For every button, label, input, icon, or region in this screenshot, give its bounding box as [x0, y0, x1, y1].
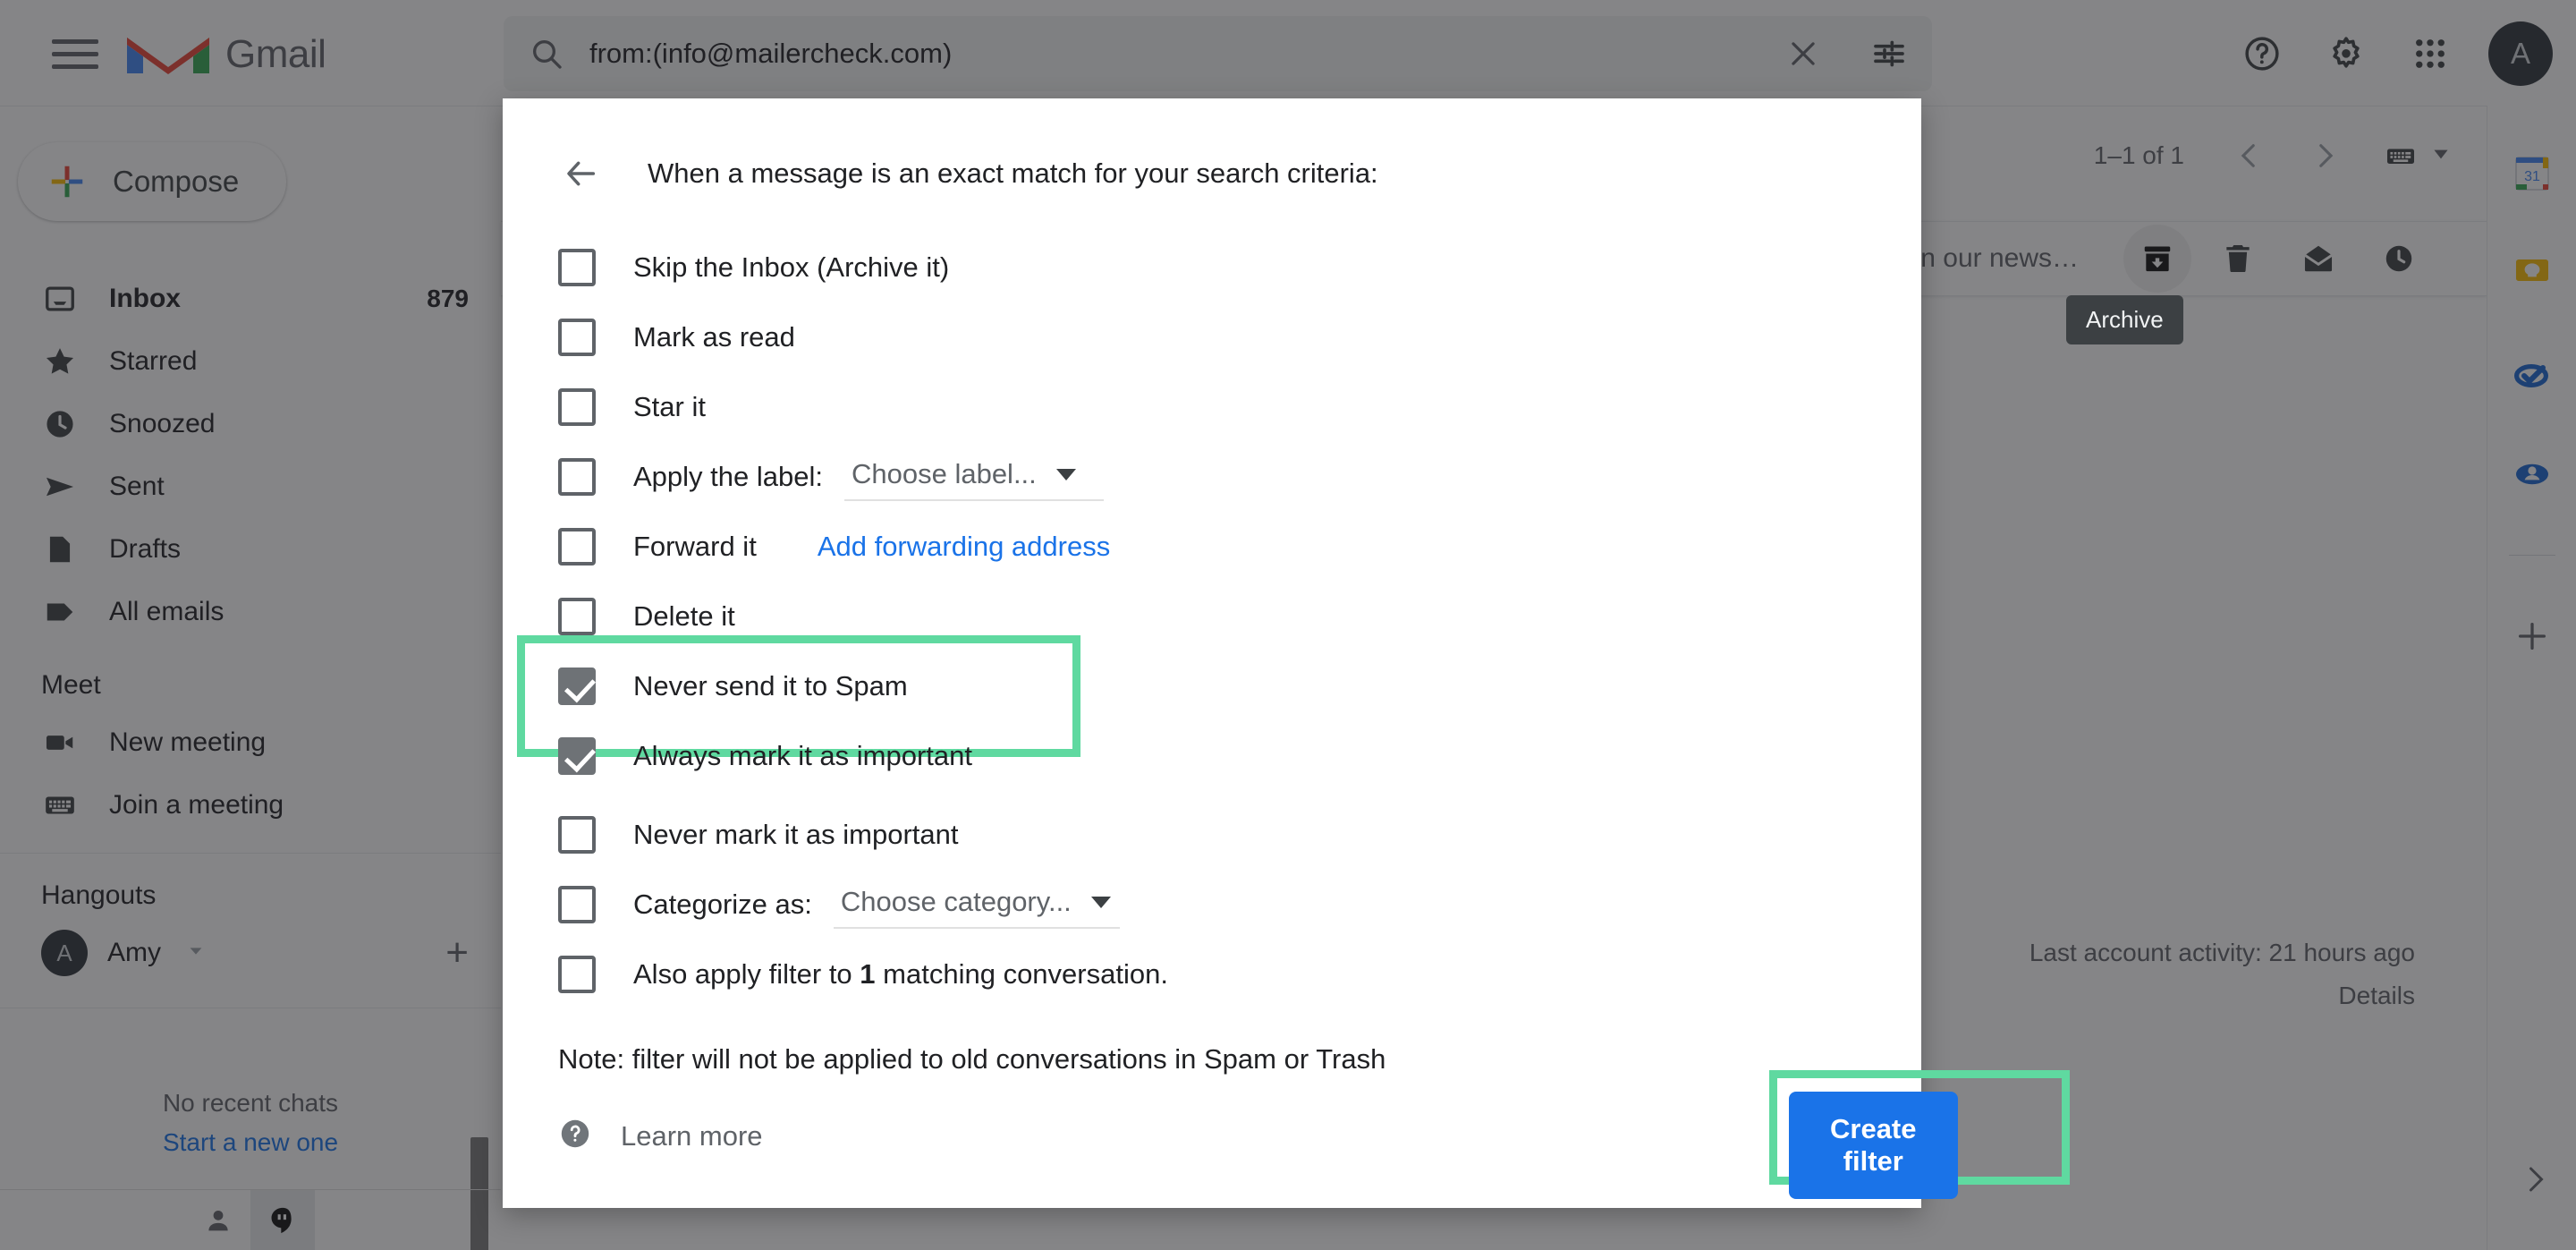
delete-it-checkbox[interactable]: [558, 598, 596, 635]
also-apply-filter-label: Also apply filter to 1 matching conversa…: [633, 958, 1168, 991]
filter-action-label: Delete it: [633, 600, 735, 632]
filter-row-skip-inbox: Skip the Inbox (Archive it): [558, 233, 1921, 302]
filter-action-label: Forward it: [633, 531, 757, 562]
filter-row-delete-it: Delete it: [558, 582, 1921, 651]
filter-action-label: Mark as read: [633, 321, 795, 353]
filter-row-categorize-as: Categorize as: Choose category...: [558, 870, 1921, 940]
filter-row-always-important: Always mark it as important: [558, 721, 1921, 791]
dialog-footer: Learn more: [503, 1076, 1921, 1155]
forward-it-checkbox[interactable]: [558, 528, 596, 565]
filter-row-apply-label: Apply the label: Choose label...: [558, 442, 1921, 512]
filter-action-label: Never send it to Spam: [633, 670, 908, 702]
matching-conversation-count: 1: [860, 958, 876, 990]
mark-as-read-checkbox[interactable]: [558, 319, 596, 356]
arrow-left-icon[interactable]: [558, 150, 605, 197]
create-filter-dialog: When a message is an exact match for you…: [503, 98, 2070, 1208]
chevron-down-icon: [1090, 896, 1111, 908]
filter-action-label: Apply the label:: [633, 461, 823, 492]
filter-row-never-important: Never mark it as important: [558, 800, 1921, 870]
filter-row-mark-as-read: Mark as read: [558, 302, 1921, 372]
choose-category-select[interactable]: Choose category...: [833, 880, 1120, 929]
also-apply-filter-checkbox[interactable]: [558, 956, 596, 993]
also-apply-prefix: Also apply filter to: [633, 958, 852, 990]
dialog-header: When a message is an exact match for you…: [503, 98, 1921, 197]
archive-tooltip: Archive: [2066, 295, 2183, 344]
choose-category-value: Choose category...: [840, 886, 1072, 917]
filter-row-star-it: Star it: [558, 372, 1921, 442]
filter-action-label: Never mark it as important: [633, 819, 959, 850]
filter-row-never-spam: Never send it to Spam: [517, 635, 1921, 757]
create-filter-button[interactable]: Create filter: [1789, 1092, 1958, 1199]
always-important-checkbox[interactable]: [558, 737, 596, 775]
never-spam-checkbox[interactable]: [558, 668, 596, 705]
star-it-checkbox[interactable]: [558, 388, 596, 426]
learn-more-link[interactable]: Learn more: [558, 1117, 763, 1155]
filter-action-label: Skip the Inbox (Archive it): [633, 251, 950, 283]
chevron-down-icon: [1055, 468, 1076, 480]
filter-action-label: Always mark it as important: [633, 740, 972, 771]
add-forwarding-address-link[interactable]: Add forwarding address: [818, 531, 1110, 563]
gmail-screen: Gmail: [0, 0, 2576, 1250]
categorize-as-checkbox[interactable]: [558, 886, 596, 923]
never-important-checkbox[interactable]: [558, 816, 596, 854]
help-circle-filled-icon: [558, 1117, 592, 1155]
dialog-title: When a message is an exact match for you…: [648, 157, 1378, 189]
filter-note: Note: filter will not be applied to old …: [558, 1043, 1386, 1075]
skip-inbox-checkbox[interactable]: [558, 249, 596, 286]
filter-action-label: Star it: [633, 391, 706, 422]
choose-label-select[interactable]: Choose label...: [843, 453, 1104, 501]
filter-action-label: Categorize as:: [633, 889, 812, 920]
apply-label-checkbox[interactable]: [558, 458, 596, 496]
choose-label-value: Choose label...: [851, 458, 1037, 489]
learn-more-label: Learn more: [621, 1119, 763, 1152]
also-apply-suffix: matching conversation.: [883, 958, 1168, 990]
filter-row-forward-it: Forward it Add forwarding address: [558, 512, 1921, 582]
filter-actions-list: Skip the Inbox (Archive it) Mark as read…: [503, 197, 1921, 1009]
filter-row-also-apply: Also apply filter to 1 matching conversa…: [558, 940, 1921, 1009]
